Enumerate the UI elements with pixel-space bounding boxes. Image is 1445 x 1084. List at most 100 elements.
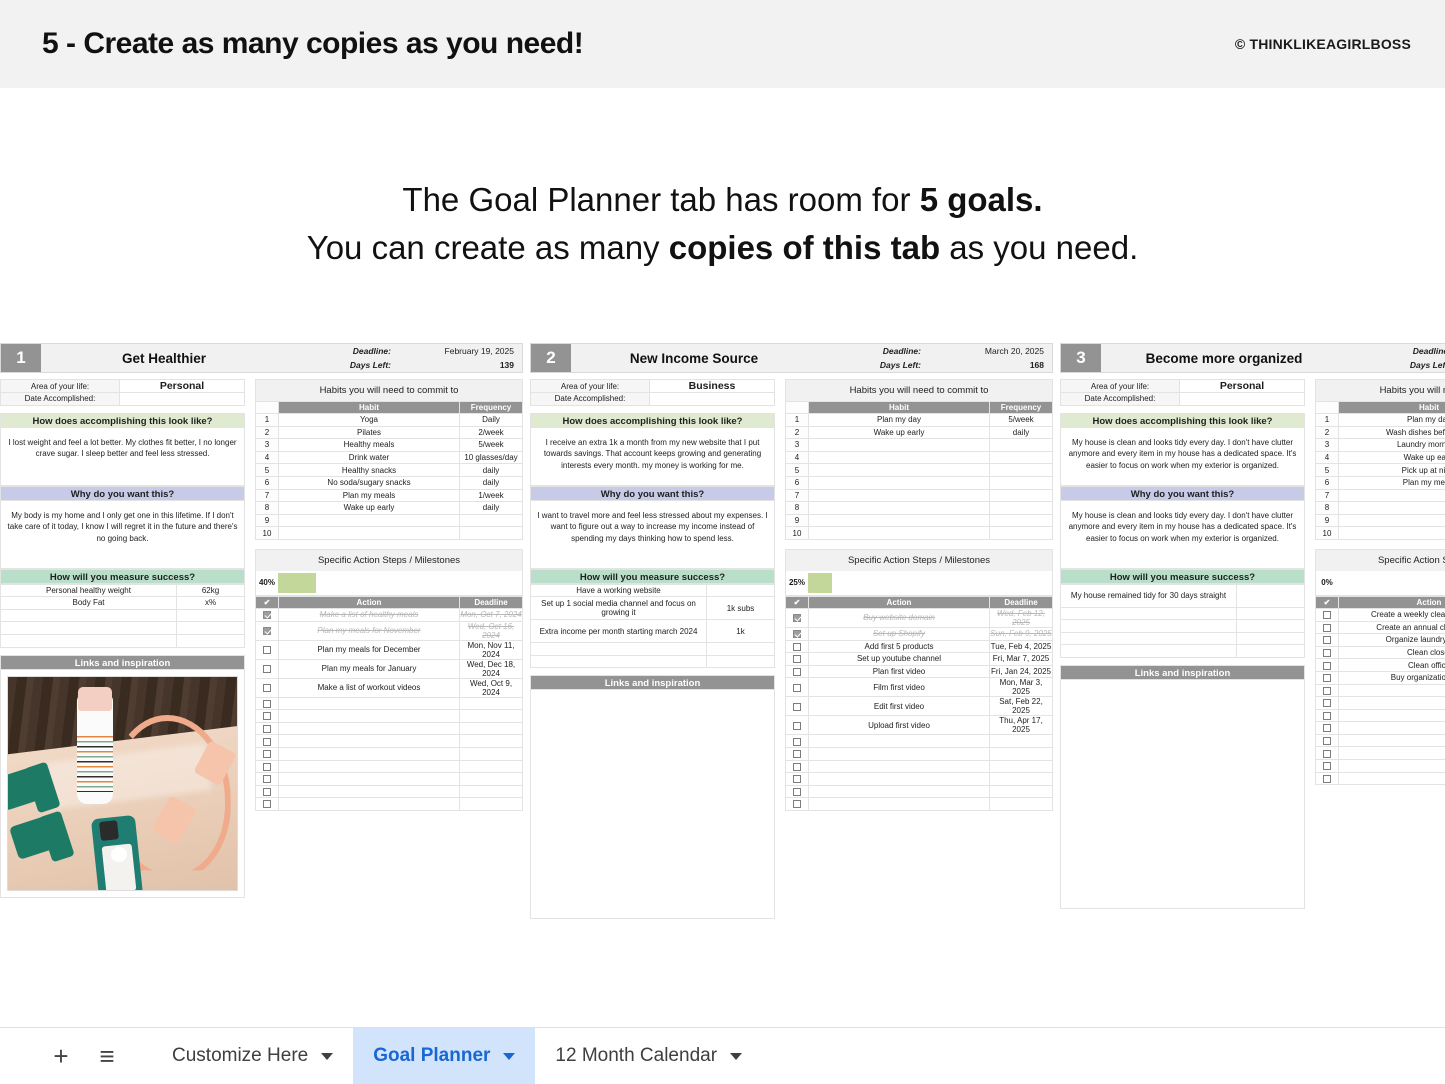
action-text[interactable] xyxy=(1338,733,1445,748)
habit-name[interactable]: Wake up early xyxy=(278,501,460,515)
action-checkbox-cell[interactable] xyxy=(785,734,809,748)
action-checkbox[interactable] xyxy=(1323,724,1331,733)
habit-name[interactable] xyxy=(808,488,990,503)
action-text[interactable]: Make a list of healthy meals xyxy=(278,607,460,622)
action-checkbox[interactable] xyxy=(263,626,271,635)
action-text[interactable] xyxy=(278,784,460,799)
measure-value[interactable]: 1k subs xyxy=(706,596,775,621)
action-checkbox-cell[interactable] xyxy=(1315,658,1339,672)
action-text[interactable]: Clean closet xyxy=(1338,645,1445,660)
action-text[interactable] xyxy=(278,797,460,811)
habit-name[interactable] xyxy=(808,450,990,465)
action-text[interactable] xyxy=(808,784,990,799)
action-deadline[interactable]: Sun, Feb 9, 2025 xyxy=(989,626,1053,641)
action-text[interactable]: Plan my meals for January xyxy=(278,658,460,679)
action-checkbox-cell[interactable] xyxy=(785,797,809,811)
action-text[interactable] xyxy=(278,709,460,723)
action-checkbox[interactable] xyxy=(793,800,801,809)
action-checkbox-cell[interactable] xyxy=(1315,708,1339,723)
measure-value[interactable] xyxy=(1236,606,1305,621)
habit-name[interactable]: Laundry mornings xyxy=(1338,438,1445,452)
action-checkbox[interactable] xyxy=(793,667,801,676)
action-deadline[interactable]: Sat, Feb 22, 2025 xyxy=(989,696,1053,717)
action-text[interactable]: Buy organization bins xyxy=(1338,670,1445,685)
action-text[interactable]: Upload first video xyxy=(808,715,990,736)
all-sheets-menu-icon[interactable]: ≡ xyxy=(84,1033,130,1079)
action-checkbox-cell[interactable] xyxy=(785,715,809,736)
action-checkbox[interactable] xyxy=(263,712,271,721)
chevron-down-icon[interactable] xyxy=(503,1052,516,1060)
measure-name[interactable]: My house remained tidy for 30 days strai… xyxy=(1060,583,1237,608)
action-deadline[interactable]: Fri, Jan 24, 2025 xyxy=(989,664,1053,679)
action-text[interactable] xyxy=(278,721,460,736)
action-checkbox[interactable] xyxy=(1323,674,1331,683)
why-text[interactable]: I want to travel more and feel less stre… xyxy=(530,500,775,569)
action-checkbox-cell[interactable] xyxy=(785,652,809,666)
action-deadline[interactable] xyxy=(989,772,1053,786)
measure-value[interactable] xyxy=(176,608,245,623)
habit-name[interactable]: Pilates xyxy=(278,425,460,440)
action-checkbox-cell[interactable] xyxy=(1315,746,1339,761)
action-checkbox-cell[interactable] xyxy=(255,709,279,723)
measure-name[interactable] xyxy=(530,654,707,669)
action-text[interactable] xyxy=(278,734,460,748)
action-deadline[interactable] xyxy=(989,797,1053,811)
habit-frequency[interactable]: 2/week xyxy=(459,425,523,440)
action-deadline[interactable] xyxy=(459,734,523,748)
measure-name[interactable] xyxy=(1060,631,1237,646)
action-checkbox[interactable] xyxy=(1323,611,1331,620)
action-checkbox-cell[interactable] xyxy=(785,784,809,799)
habit-frequency[interactable] xyxy=(459,526,523,540)
add-sheet-icon[interactable]: + xyxy=(38,1033,84,1079)
habit-name[interactable]: No soda/sugary snacks xyxy=(278,475,460,490)
measure-value[interactable] xyxy=(706,642,775,656)
habit-name[interactable]: Plan my day xyxy=(808,413,990,427)
action-checkbox[interactable] xyxy=(263,762,271,771)
action-deadline[interactable] xyxy=(459,797,523,811)
action-checkbox-cell[interactable] xyxy=(785,664,809,679)
action-text[interactable] xyxy=(808,746,990,761)
action-text[interactable] xyxy=(1338,771,1445,786)
habit-name[interactable]: Wash dishes before bed xyxy=(1338,425,1445,440)
action-checkbox[interactable] xyxy=(793,750,801,759)
action-text[interactable] xyxy=(808,797,990,811)
measure-name[interactable]: Have a working website xyxy=(530,583,707,598)
date-accomplished-value[interactable] xyxy=(119,392,245,406)
habit-frequency[interactable]: daily xyxy=(459,501,523,515)
habit-frequency[interactable] xyxy=(989,450,1053,465)
measure-value[interactable] xyxy=(176,621,245,635)
action-checkbox[interactable] xyxy=(1323,762,1331,771)
action-text[interactable]: Plan my meals for November xyxy=(278,620,460,641)
measure-name[interactable] xyxy=(1060,644,1237,658)
action-checkbox-cell[interactable] xyxy=(255,607,279,622)
action-checkbox[interactable] xyxy=(1323,623,1331,632)
action-text[interactable] xyxy=(808,734,990,748)
action-checkbox[interactable] xyxy=(263,800,271,809)
habit-name[interactable] xyxy=(1338,526,1445,540)
habit-frequency[interactable] xyxy=(989,475,1053,490)
action-checkbox-cell[interactable] xyxy=(255,759,279,774)
action-text[interactable] xyxy=(1338,759,1445,773)
measure-value[interactable] xyxy=(1236,583,1305,608)
habit-name[interactable]: Yoga xyxy=(278,413,460,427)
measure-name[interactable]: Personal healthy weight xyxy=(0,583,177,598)
action-text[interactable] xyxy=(808,772,990,786)
action-checkbox-cell[interactable] xyxy=(255,772,279,786)
action-checkbox-cell[interactable] xyxy=(255,696,279,711)
action-checkbox[interactable] xyxy=(263,699,271,708)
action-text[interactable]: Set up Shopify xyxy=(808,626,990,641)
habit-name[interactable] xyxy=(808,501,990,515)
action-text[interactable] xyxy=(1338,696,1445,710)
action-text[interactable]: Film first video xyxy=(808,677,990,698)
action-checkbox-cell[interactable] xyxy=(255,658,279,679)
action-checkbox[interactable] xyxy=(793,655,801,664)
action-checkbox[interactable] xyxy=(263,787,271,796)
measure-value[interactable] xyxy=(706,583,775,598)
action-checkbox-cell[interactable] xyxy=(785,746,809,761)
action-checkbox-cell[interactable] xyxy=(255,721,279,736)
goal-title[interactable]: Get Healthier xyxy=(41,344,287,372)
measure-name[interactable] xyxy=(1060,619,1237,633)
chevron-down-icon[interactable] xyxy=(730,1052,743,1060)
action-checkbox-cell[interactable] xyxy=(1315,771,1339,786)
action-deadline[interactable] xyxy=(989,734,1053,748)
